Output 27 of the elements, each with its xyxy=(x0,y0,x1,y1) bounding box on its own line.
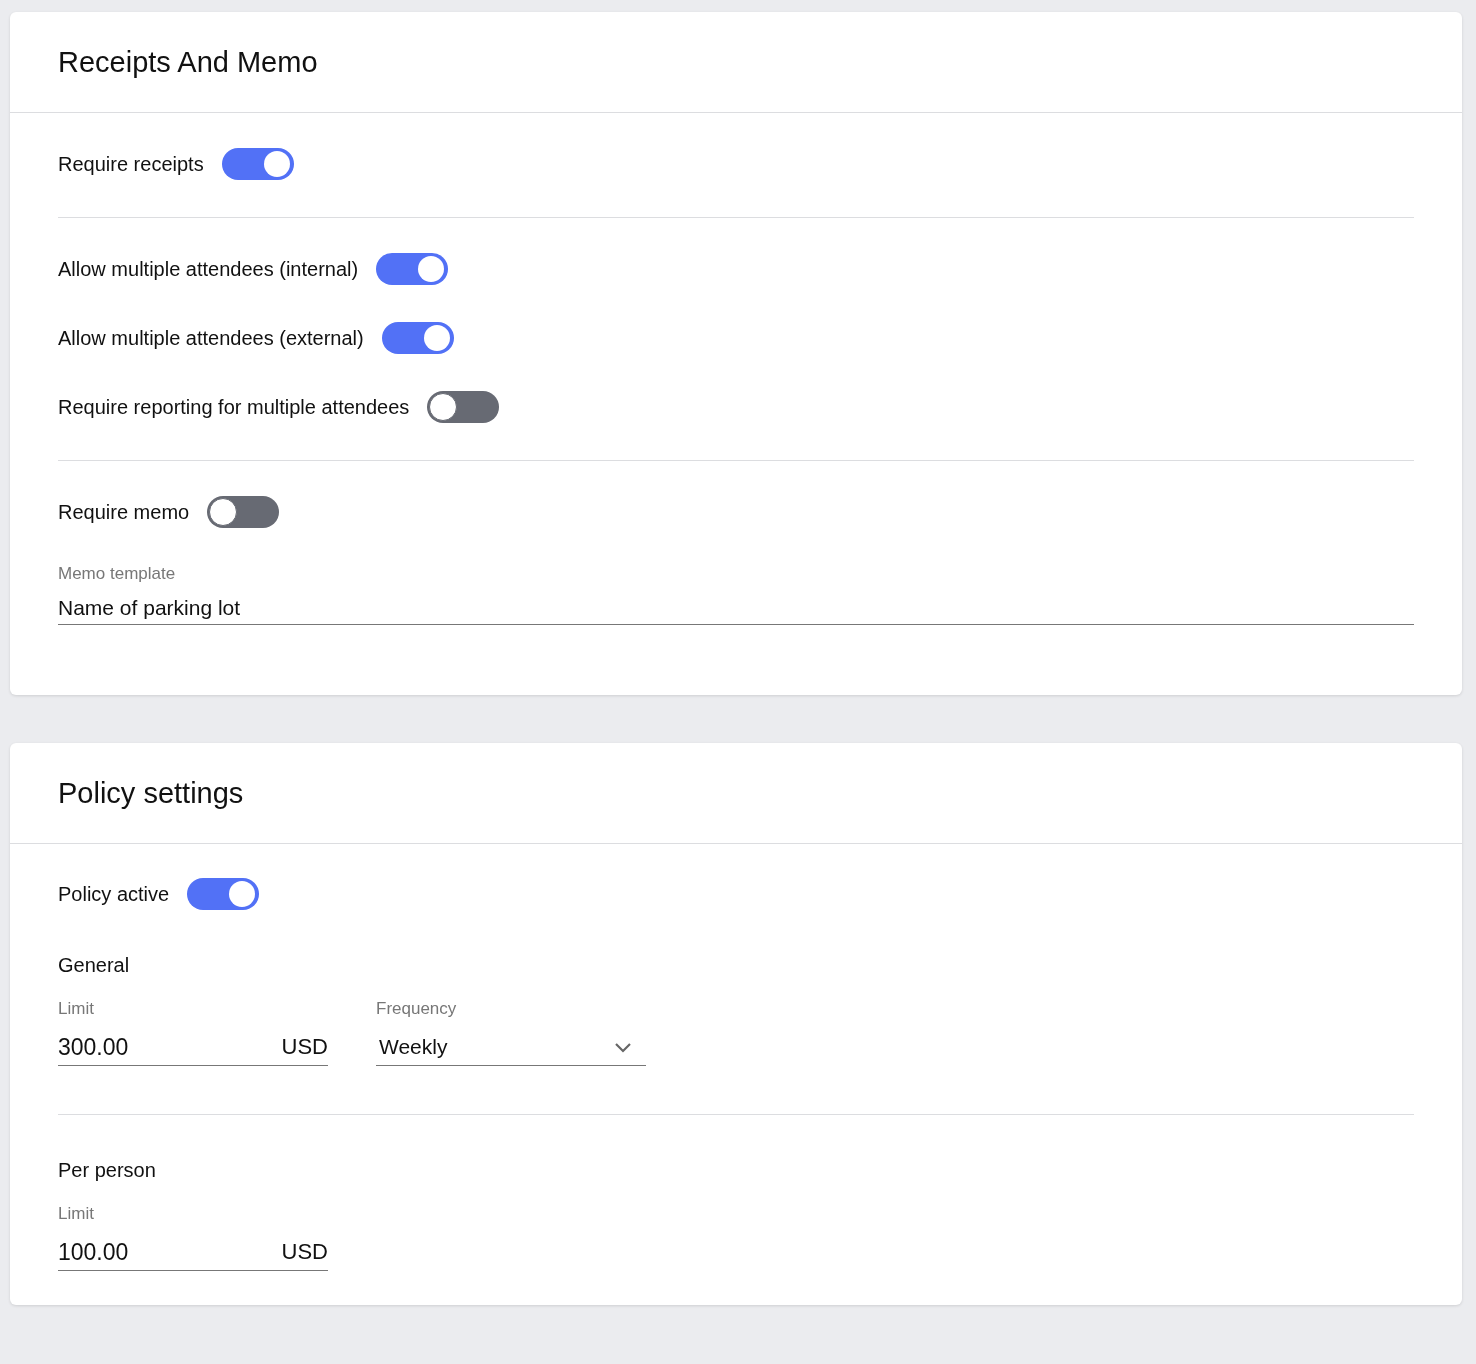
toggle-switch[interactable] xyxy=(187,878,260,910)
amount-field[interactable]: 300.00 USD xyxy=(58,1029,328,1066)
amount-field[interactable]: 100.00 USD xyxy=(58,1234,328,1271)
field-label: Limit xyxy=(58,999,95,1019)
frequency-dropdown[interactable]: Weekly xyxy=(376,1029,646,1066)
toggle-label: Require memo xyxy=(58,500,190,524)
currency-label: USD xyxy=(281,1034,328,1060)
chevron-down-icon xyxy=(614,1041,632,1053)
toggle-label: Require reporting for multiple attendees xyxy=(58,395,410,419)
toggle-switch[interactable] xyxy=(381,322,454,354)
field-label: Frequency xyxy=(376,999,458,1019)
toggle-label: Require receipts xyxy=(58,152,204,176)
toggle-switch[interactable] xyxy=(427,391,500,423)
field-label: Memo template xyxy=(58,564,177,584)
currency-label: USD xyxy=(281,1239,328,1265)
toggle-label: Allow multiple attendees (internal) xyxy=(58,257,359,281)
section-heading: General xyxy=(58,954,131,977)
section-heading: Per person xyxy=(58,1159,157,1182)
toggle-label: Policy active xyxy=(58,882,170,906)
memo-template-field[interactable]: Name of parking lot xyxy=(58,596,1414,625)
card-title: Receipts And Memo xyxy=(58,45,318,79)
field-label: Limit xyxy=(58,1204,95,1224)
card-title: Policy settings xyxy=(58,776,244,810)
toggle-switch[interactable] xyxy=(221,148,294,180)
toggle-switch[interactable] xyxy=(376,253,449,285)
toggle-switch[interactable] xyxy=(207,496,280,528)
toggle-label: Allow multiple attendees (external) xyxy=(58,326,364,350)
